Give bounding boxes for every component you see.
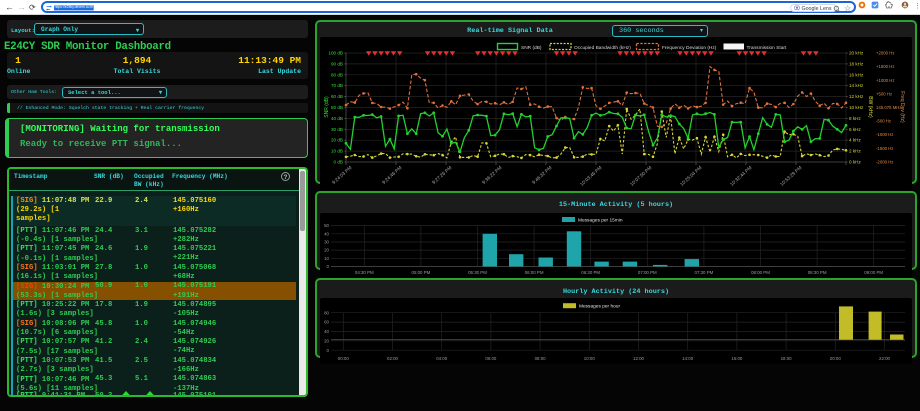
svg-text:4 kHz: 4 kHz	[849, 138, 861, 143]
svg-text:Frequency Deviation (Hz): Frequency Deviation (Hz)	[662, 45, 717, 51]
svg-text:+500 Hz: +500 Hz	[876, 91, 892, 96]
svg-text:30: 30	[324, 239, 329, 244]
svg-text:145.075 MHz: 145.075 MHz	[876, 105, 902, 110]
svg-text:-500 Hz: -500 Hz	[876, 119, 891, 124]
svg-text:14 kHz: 14 kHz	[849, 83, 864, 88]
svg-text:07:00 PM: 07:00 PM	[638, 270, 657, 275]
svg-text:9:24:03 PM: 9:24:03 PM	[331, 165, 353, 186]
svg-text:04:30 PM: 04:30 PM	[355, 270, 374, 275]
svg-text:60: 60	[324, 319, 329, 324]
svg-text:Messages per 15min: Messages per 15min	[578, 217, 623, 223]
svg-text:18 kHz: 18 kHz	[849, 61, 864, 66]
svg-text:10:32:44 PM: 10:32:44 PM	[729, 165, 753, 188]
svg-text:0: 0	[327, 264, 330, 269]
svg-text:SNR (dB): SNR (dB)	[521, 45, 542, 51]
svg-text:-2000 Hz: -2000 Hz	[876, 160, 893, 165]
svg-text:10:07:50 PM: 10:07:50 PM	[629, 165, 653, 188]
svg-text:10:00: 10:00	[584, 356, 596, 361]
svg-text:00:00: 00:00	[338, 356, 350, 361]
svg-text:0 kHz: 0 kHz	[849, 160, 861, 165]
svg-text:90 dB: 90 dB	[331, 61, 343, 66]
svg-text:+1500 Hz: +1500 Hz	[876, 64, 895, 69]
svg-text:0 dB: 0 dB	[334, 160, 343, 165]
svg-text:14:00: 14:00	[682, 356, 694, 361]
svg-text:9:36:22 PM: 9:36:22 PM	[481, 165, 503, 186]
svg-text:12 kHz: 12 kHz	[849, 94, 864, 99]
svg-text:12:00: 12:00	[633, 356, 645, 361]
svg-text:10:53:29 PM: 10:53:29 PM	[779, 165, 803, 188]
svg-text:40: 40	[324, 231, 329, 236]
svg-text:60 dB: 60 dB	[331, 94, 343, 99]
svg-text:+1000 Hz: +1000 Hz	[876, 78, 895, 83]
svg-text:16:00: 16:00	[731, 356, 743, 361]
svg-text:10:25:04 PM: 10:25:04 PM	[679, 165, 703, 188]
svg-text:06:00 PM: 06:00 PM	[525, 270, 544, 275]
svg-text:16 kHz: 16 kHz	[849, 72, 864, 77]
svg-text:9:24:46 PM: 9:24:46 PM	[381, 165, 403, 186]
svg-text:20 dB: 20 dB	[331, 138, 343, 143]
svg-text:10: 10	[324, 255, 329, 260]
svg-text:20 kHz: 20 kHz	[849, 51, 864, 56]
svg-text:Messages per hour: Messages per hour	[579, 303, 620, 309]
svg-text:0: 0	[327, 347, 330, 352]
svg-text:08:00 PM: 08:00 PM	[751, 270, 770, 275]
svg-text:10:03:46 PM: 10:03:46 PM	[579, 165, 603, 188]
svg-text:80 dB: 80 dB	[331, 72, 343, 77]
svg-text:09:00 PM: 09:00 PM	[864, 270, 883, 275]
svg-text:100 dB: 100 dB	[328, 51, 343, 56]
svg-text:Occupied Bandwidth (kHz): Occupied Bandwidth (kHz)	[574, 45, 631, 51]
svg-text:50: 50	[324, 223, 329, 228]
svg-text:6 kHz: 6 kHz	[849, 127, 861, 132]
svg-text:10 dB: 10 dB	[331, 149, 343, 154]
svg-text:-1500 Hz: -1500 Hz	[876, 146, 893, 151]
svg-text:9:46:32 PM: 9:46:32 PM	[531, 165, 553, 186]
svg-text:30 dB: 30 dB	[331, 127, 343, 132]
svg-text:70 dB: 70 dB	[331, 83, 343, 88]
svg-text:02:00: 02:00	[387, 356, 399, 361]
svg-text:22:00: 22:00	[879, 356, 891, 361]
svg-text:-1000 Hz: -1000 Hz	[876, 132, 893, 137]
svg-text:05:00 PM: 05:00 PM	[412, 270, 431, 275]
svg-text:18:00: 18:00	[781, 356, 793, 361]
svg-text:06:30 PM: 06:30 PM	[581, 270, 600, 275]
svg-text:08:00: 08:00	[535, 356, 547, 361]
svg-text:20: 20	[324, 247, 329, 252]
svg-text:9:27:26 PM: 9:27:26 PM	[431, 165, 453, 186]
svg-text:8 kHz: 8 kHz	[849, 116, 861, 121]
svg-text:Freq Dev (Hz): Freq Dev (Hz)	[899, 91, 905, 123]
svg-text:Transmission Start: Transmission Start	[747, 45, 787, 51]
svg-text:BW (kHz): BW (kHz)	[867, 96, 873, 118]
svg-text:SNR (dB): SNR (dB)	[324, 96, 330, 118]
svg-text:06:00: 06:00	[485, 356, 497, 361]
svg-text:04:00: 04:00	[436, 356, 448, 361]
svg-text:20: 20	[324, 338, 329, 343]
svg-text:+2000 Hz: +2000 Hz	[876, 51, 895, 56]
svg-text:80: 80	[324, 310, 329, 315]
svg-text:05:30 PM: 05:30 PM	[468, 270, 487, 275]
svg-text:10 kHz: 10 kHz	[849, 105, 864, 110]
svg-text:20:00: 20:00	[830, 356, 842, 361]
svg-text:40: 40	[324, 329, 329, 334]
svg-text:50 dB: 50 dB	[331, 105, 343, 110]
svg-text:07:30 PM: 07:30 PM	[695, 270, 714, 275]
svg-text:08:30 PM: 08:30 PM	[808, 270, 827, 275]
svg-text:2 kHz: 2 kHz	[849, 149, 861, 154]
svg-text:40 dB: 40 dB	[331, 116, 343, 121]
